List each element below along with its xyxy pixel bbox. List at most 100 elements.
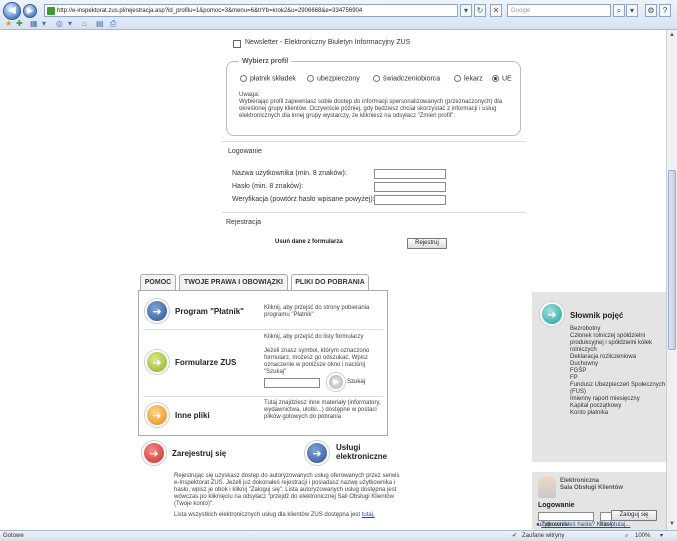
divider [222,212,526,213]
forward-icon[interactable]: ▶ [23,4,37,18]
glossary-item[interactable]: Deklaracja rozliczeniowa [570,354,666,361]
tab-prawa[interactable]: TWOJE PRAWA I OBOWIĄZKI [179,274,288,290]
tab-list-icon[interactable]: ▾ [42,19,46,28]
services-title[interactable]: Usługi elektroniczne [336,443,396,461]
search-input[interactable]: Google [507,4,611,17]
tools-icon[interactable]: ⚙ [645,4,657,17]
glossary-item[interactable]: Członek rolniczej spółdzielni produkcyjn… [570,333,666,354]
glossary-title: Słownik pojęć [570,311,624,320]
radio-icon[interactable] [373,75,380,82]
profile-note-title: Uwaga: [239,92,260,98]
other-files-desc: Tutaj znajdziesz inne materiały (informa… [264,400,381,420]
content-column: Newsletter - Elektroniczny Biuletyn Info… [138,30,666,530]
profile-legend: Wybierz profil [239,58,292,65]
print-icon[interactable]: ⎙ [110,19,116,29]
platnik-desc: Kliknij, aby przejść do strony pobierani… [264,305,370,318]
glossary-item[interactable]: Konto płatnika [570,410,666,417]
radio-icon[interactable] [240,75,247,82]
client-title-1: Elektroniczna [560,478,600,484]
stop-icon[interactable]: ✕ [490,4,502,17]
zoom-dropdown-icon[interactable]: ▾ [660,531,663,541]
search-icon[interactable]: ⌕ [613,4,625,17]
services-list-link[interactable]: tutaj. [362,512,375,518]
profile-option-lekarz[interactable]: lekarz [454,75,483,82]
add-favorite-icon[interactable]: ✚ [16,19,23,28]
glossary-item[interactable]: Fundusz Ubezpieczeń Społecznych (FUS) [570,382,666,396]
register-title[interactable]: Zarejestruj się [172,449,226,458]
favorites-bar: ★ ✚ ▦ ▾ ◎ ▾ ⌂ ▤ ⎙ [0,18,677,30]
scroll-down-icon[interactable]: ▼ [668,520,676,528]
glossary-item[interactable]: Imienny raport miesięczny [570,396,666,403]
bullet-icon: ● [536,522,540,528]
url-text: http://e-inspektorat.zus.pl/rejestracja.… [57,8,363,14]
glossary-item[interactable]: Kapitał początkowy [570,403,666,410]
clear-form-link[interactable]: Usuń dane z formularza [275,239,343,245]
page-viewport: Newsletter - Elektroniczny Biuletyn Info… [0,30,666,530]
forms-title[interactable]: Formularze ZUS [175,358,236,367]
client-username-input[interactable] [538,512,594,521]
forgot-password-link[interactable]: ● Zapomniałeś hasła? Kliknij tutaj... [536,522,630,528]
browser-toolbar: ◀ ▶ http://e-inspektorat.zus.pl/rejestra… [0,0,677,30]
favorites-star-icon[interactable]: ★ [5,19,12,28]
tab-pliki[interactable]: PLIKI DO POBRANIA [291,274,369,291]
radio-icon[interactable] [454,75,461,82]
refresh-icon[interactable]: ↻ [474,4,486,17]
registration-heading: Rejestracja [226,219,262,226]
status-text: Gotowe [3,533,24,539]
services-arrow-icon[interactable]: ➜ [305,441,329,465]
page-menu-icon[interactable]: ◎ [56,19,63,28]
quick-tabs-icon[interactable]: ▦ [30,19,38,28]
agent-avatar-icon [538,476,556,498]
client-login-button[interactable]: Zaloguj się [611,510,657,521]
form-symbol-input[interactable] [264,378,320,388]
register-button[interactable]: Rejestruj [407,238,447,249]
scroll-up-icon[interactable]: ▲ [668,31,676,39]
glossary-item[interactable]: FGŚP [570,368,666,375]
glossary-item[interactable]: Bezrobotny [570,326,666,333]
password-label: Hasło (min. 8 znaków): [232,183,304,190]
downloads-panel: ➜ Program "Płatnik" Kliknij, aby przejść… [138,290,388,436]
glossary-item[interactable]: Duchowny [570,361,666,368]
dropdown-icon[interactable]: ▾ [460,4,472,17]
forms-arrow-icon[interactable]: ➜ [145,350,169,374]
vertical-scrollbar[interactable]: ▲ ▼ [666,30,677,530]
feeds-icon[interactable]: ▤ [96,19,104,28]
register-arrow-icon[interactable]: ➜ [142,441,166,465]
scroll-thumb[interactable] [668,170,676,350]
tab-pomoc[interactable]: POMOC [140,274,176,290]
status-bar: Gotowe ✔ Zaufane witryny ⌕ 100% ▾ [0,530,677,541]
platnik-title[interactable]: Program "Płatnik" [175,307,244,316]
zoom-level[interactable]: 100% [635,531,650,541]
glossary-item[interactable]: FP [570,375,666,382]
radio-selected-icon[interactable] [492,75,499,82]
profile-option-platnik[interactable]: płatnik składek [240,75,296,82]
search-arrow-icon[interactable]: ▶ [327,373,345,391]
newsletter-label: Newsletter - Elektroniczny Biuletyn Info… [245,39,411,46]
other-files-arrow-icon[interactable]: ➜ [145,403,169,427]
address-bar[interactable]: http://e-inspektorat.zus.pl/rejestracja.… [44,4,458,17]
search-label[interactable]: Szukaj [347,379,365,385]
trusted-zone-text: Zaufane witryny [522,533,565,539]
client-login-heading: Logowanie [538,502,575,509]
profile-note-text: Wybierając profil zapewniasz sobie dostę… [239,99,503,119]
username-input[interactable] [374,169,446,179]
home-icon[interactable]: ⌂ [82,19,87,28]
glossary-arrow-icon[interactable]: ➜ [540,302,564,326]
profile-option-swiadczeniobiorca[interactable]: świadczeniobiorca [373,75,440,82]
verify-input[interactable] [374,195,446,205]
other-files-title[interactable]: Inne pliki [175,411,210,420]
platnik-arrow-icon[interactable]: ➜ [145,299,169,323]
divider [143,396,383,397]
profile-option-ubezpieczony[interactable]: ubezpieczony [307,75,360,82]
profile-box: Wybierz profil płatnik składek ubezpiecz… [226,58,521,136]
zoom-icon[interactable]: ⌕ [625,531,628,541]
help-icon[interactable]: ? [659,4,671,17]
profile-option-ue[interactable]: UE [492,75,512,82]
divider [222,141,526,142]
search-options-icon[interactable]: ▾ [626,4,638,17]
radio-icon[interactable] [307,75,314,82]
tools-menu-icon[interactable]: ▾ [68,19,72,28]
services-list-text: Lista wszystkich elektronicznych usług d… [174,512,375,518]
newsletter-checkbox[interactable] [233,40,241,48]
password-input[interactable] [374,182,446,192]
